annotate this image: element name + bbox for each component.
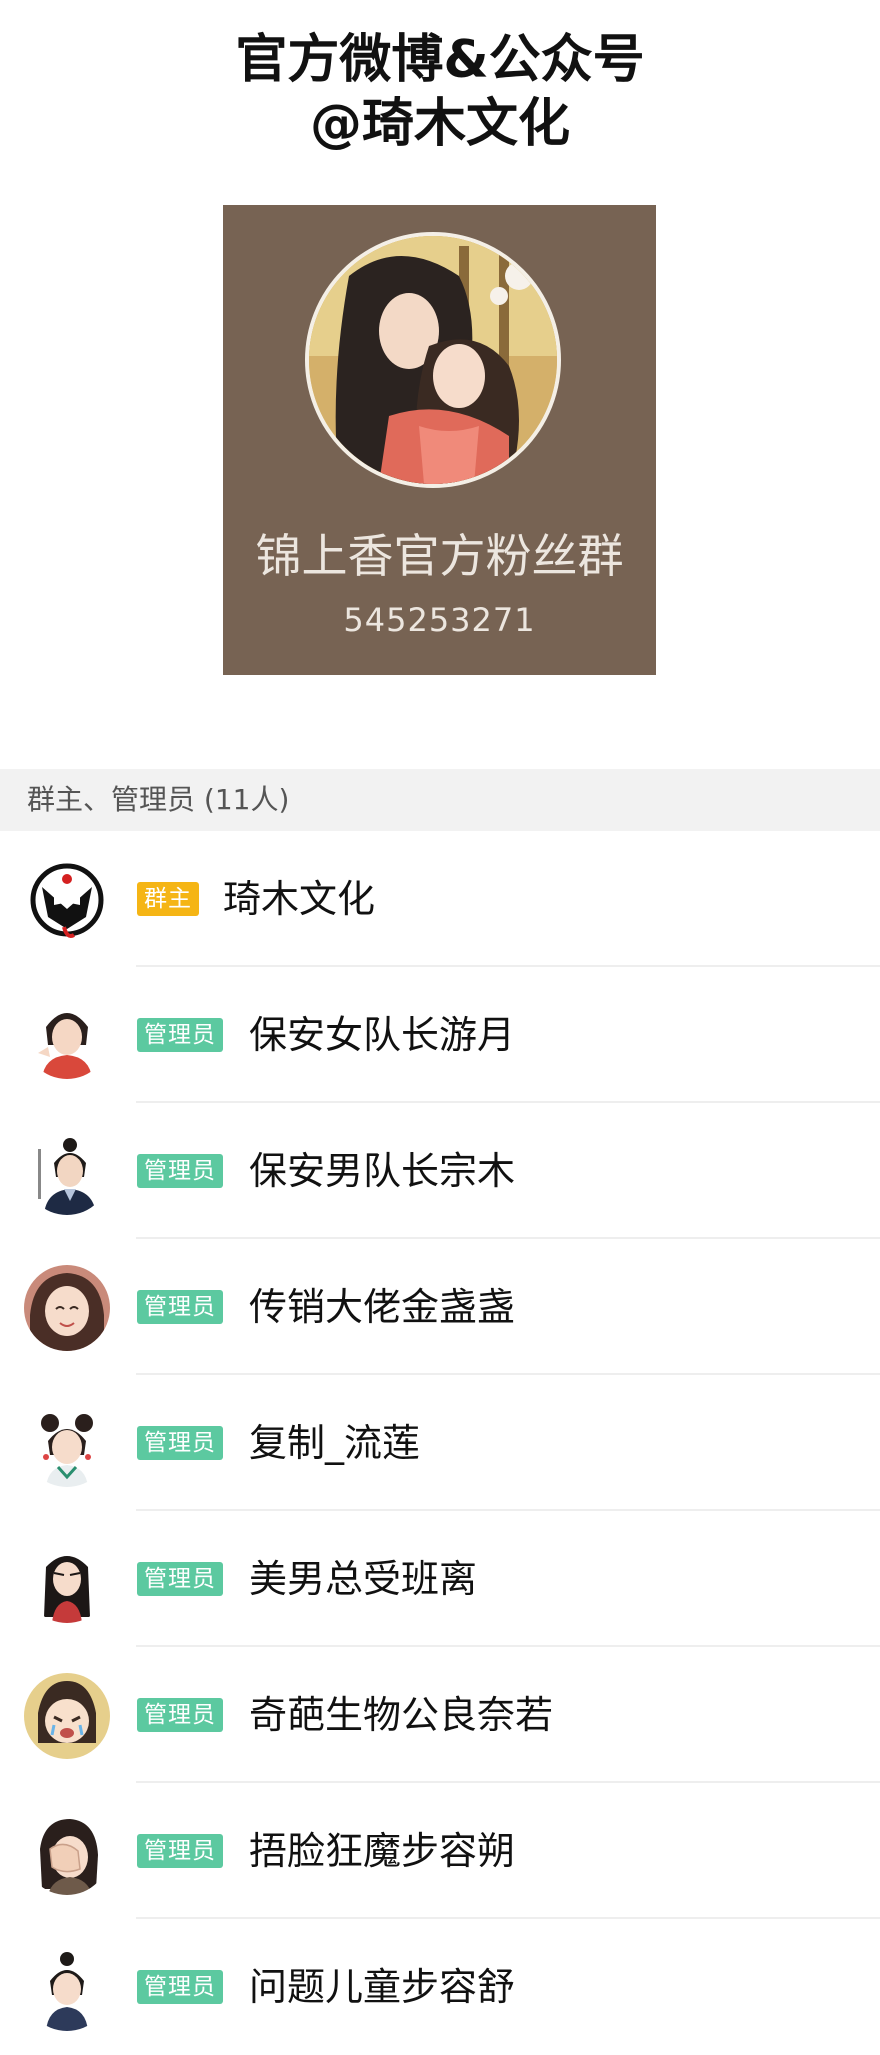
- admin-badge: 管理员: [137, 1562, 223, 1596]
- group-card[interactable]: 锦上香官方粉丝群 545253271: [223, 205, 656, 675]
- member-row[interactable]: 群主 琦木文化: [0, 831, 880, 967]
- member-row[interactable]: 管理员 复制_流莲: [0, 1375, 880, 1511]
- group-name: 锦上香官方粉丝群: [255, 529, 624, 583]
- header-title: 官方微博&公众号: [235, 30, 645, 90]
- avatar: [24, 993, 110, 1079]
- avatar: [24, 1401, 110, 1487]
- member-row[interactable]: 管理员 美男总受班离: [0, 1511, 880, 1647]
- girl-avatar-icon: [24, 993, 110, 1079]
- member-row[interactable]: 管理员 保安男队长宗木: [0, 1103, 880, 1239]
- owner-badge: 群主: [137, 882, 199, 916]
- admin-badge: 管理员: [137, 1698, 223, 1732]
- admin-section-header: 群主、管理员 (11人): [0, 769, 880, 831]
- group-avatar-illustration: [309, 236, 557, 484]
- girl-buns-avatar-icon: [24, 1401, 110, 1487]
- group-avatar: [305, 232, 561, 488]
- header-handle: @琦木文化: [309, 94, 570, 154]
- crying-girl-avatar-icon: [24, 1673, 110, 1759]
- member-row[interactable]: 管理员 问题儿童步容舒: [0, 1919, 880, 2055]
- member-list: 群主 琦木文化 管理员 保安女队长游月 管理员 保安男队长宗木 管理员 传销大佬…: [0, 831, 880, 2055]
- member-name: 传销大佬金盏盏: [249, 1285, 516, 1329]
- member-row[interactable]: 管理员 保安女队长游月: [0, 967, 880, 1103]
- avatar: [24, 1809, 110, 1895]
- section-title: 群主、管理员 (11人): [27, 783, 290, 816]
- member-name: 保安女队长游月: [249, 1013, 516, 1057]
- avatar: [24, 1537, 110, 1623]
- avatar: [24, 1673, 110, 1759]
- admin-badge: 管理员: [137, 1018, 223, 1052]
- member-row[interactable]: 管理员 奇葩生物公良奈若: [0, 1647, 880, 1783]
- member-name: 复制_流莲: [249, 1421, 421, 1465]
- boy-avatar-icon: [24, 1945, 110, 2031]
- long-hair-man-avatar-icon: [24, 1537, 110, 1623]
- admin-badge: 管理员: [137, 1290, 223, 1324]
- member-row[interactable]: 管理员 捂脸狂魔步容朔: [0, 1783, 880, 1919]
- member-name: 琦木文化: [223, 877, 376, 921]
- woman-avatar-icon: [24, 1265, 110, 1351]
- page-header: 官方微博&公众号 @琦木文化: [0, 28, 880, 156]
- avatar: [24, 1945, 110, 2031]
- opera-mask-icon: [24, 857, 110, 943]
- member-name: 奇葩生物公良奈若: [249, 1693, 554, 1737]
- member-name: 问题儿童步容舒: [249, 1965, 516, 2009]
- member-name: 捂脸狂魔步容朔: [249, 1829, 516, 1873]
- man-avatar-icon: [24, 1129, 110, 1215]
- member-name: 美男总受班离: [249, 1557, 478, 1601]
- face-palm-man-avatar-icon: [24, 1809, 110, 1895]
- avatar: [24, 1265, 110, 1351]
- member-name: 保安男队长宗木: [249, 1149, 516, 1193]
- member-row[interactable]: 管理员 传销大佬金盏盏: [0, 1239, 880, 1375]
- admin-badge: 管理员: [137, 1154, 223, 1188]
- admin-badge: 管理员: [137, 1834, 223, 1868]
- admin-badge: 管理员: [137, 1970, 223, 2004]
- group-number: 545253271: [343, 601, 536, 639]
- admin-badge: 管理员: [137, 1426, 223, 1460]
- avatar: [24, 1129, 110, 1215]
- avatar: [24, 857, 110, 943]
